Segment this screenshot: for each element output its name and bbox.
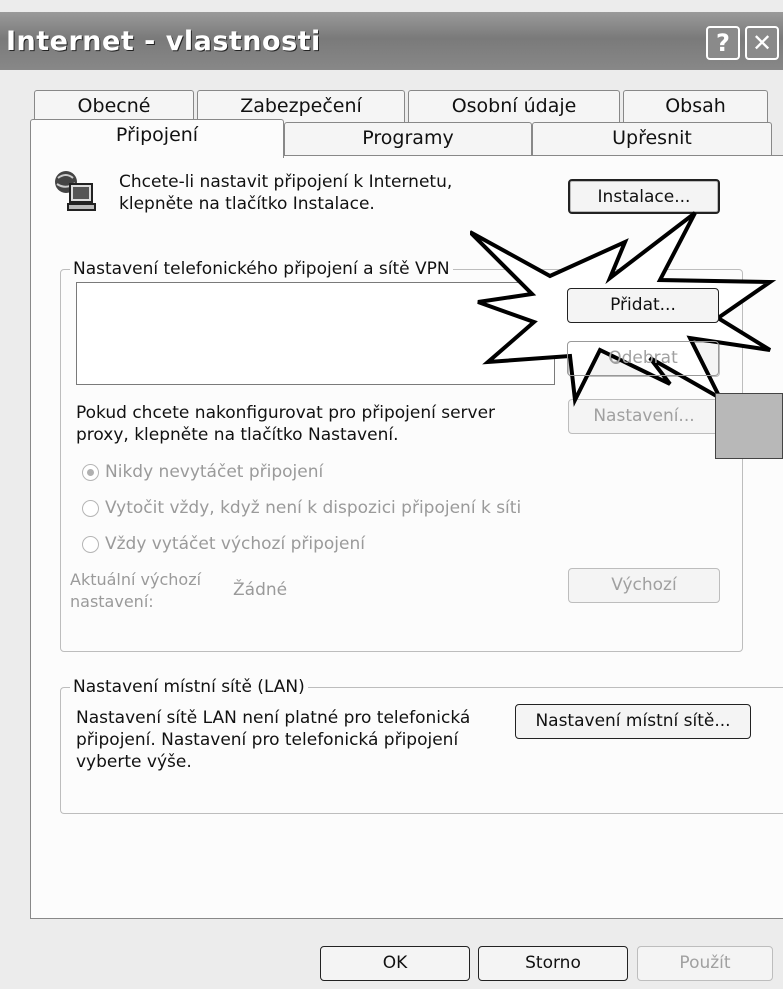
- add-button-highlighted[interactable]: Přidat...: [567, 288, 719, 323]
- tab-connections[interactable]: Připojení: [30, 119, 284, 158]
- lan-text-line3: vyberte výše.: [76, 752, 192, 772]
- help-button[interactable]: ?: [706, 26, 740, 60]
- title-bar[interactable]: Internet - vlastnosti ? ✕: [0, 12, 783, 70]
- current-default-value: Žádné: [233, 580, 288, 600]
- radio-dial-whenever[interactable]: Vytočit vždy, když není k dispozici přip…: [82, 497, 521, 519]
- tab-content[interactable]: Obsah: [623, 90, 768, 123]
- window-title: Internet - vlastnosti: [6, 26, 321, 57]
- ok-button[interactable]: OK: [320, 946, 470, 981]
- radio-always-dial-label: Vždy vytáčet výchozí připojení: [105, 534, 365, 554]
- radio-never-dial-dot: [82, 463, 99, 481]
- apply-button[interactable]: Použít: [637, 946, 773, 981]
- tab-advanced[interactable]: Upřesnit: [532, 122, 772, 155]
- radio-always-dial[interactable]: Vždy vytáčet výchozí připojení: [82, 533, 365, 555]
- set-default-button[interactable]: Výchozí: [568, 568, 720, 603]
- radio-always-dial-dot: [82, 535, 99, 553]
- lan-group-legend: Nastavení místní sítě (LAN): [70, 676, 308, 698]
- proxy-text-line1: Pokud chcete nakonfigurovat pro připojen…: [76, 403, 496, 423]
- setup-text-line1: Chcete-li nastavit připojení k Internetu…: [119, 172, 453, 192]
- current-default-label-line1: Aktuální výchozí: [70, 570, 202, 589]
- radio-dial-whenever-label: Vytočit vždy, když není k dispozici přip…: [105, 498, 522, 518]
- close-button[interactable]: ✕: [745, 26, 779, 60]
- lan-text-line1: Nastavení sítě LAN není platné pro telef…: [76, 708, 471, 728]
- remove-button-highlighted[interactable]: Odebrat: [567, 341, 719, 376]
- radio-never-dial[interactable]: Nikdy nevytáčet připojení: [82, 461, 323, 483]
- properties-dialog: Internet - vlastnosti ? ✕ Obecné Zabezpe…: [0, 0, 783, 989]
- current-default-label-line2: nastavení:: [70, 592, 154, 611]
- tab-programs[interactable]: Programy: [284, 122, 532, 155]
- tab-privacy[interactable]: Osobní údaje: [408, 90, 620, 123]
- cancel-button[interactable]: Storno: [478, 946, 628, 981]
- radio-never-dial-label: Nikdy nevytáčet připojení: [105, 462, 324, 482]
- side-gray-box: [715, 393, 783, 459]
- lan-settings-button[interactable]: Nastavení místní sítě...: [515, 704, 751, 739]
- proxy-text-line2: proxy, klepněte na tlačítko Nastavení.: [76, 425, 399, 445]
- lan-text-line2: připojení. Nastavení pro telefonická při…: [76, 730, 459, 750]
- dialup-group-legend: Nastavení telefonického připojení a sítě…: [70, 258, 453, 280]
- network-computer-icon: [53, 168, 99, 216]
- install-button[interactable]: Instalace...: [568, 179, 720, 214]
- radio-dial-whenever-dot: [82, 499, 99, 517]
- setup-text-line2: klepněte na tlačítko Instalace.: [119, 194, 375, 214]
